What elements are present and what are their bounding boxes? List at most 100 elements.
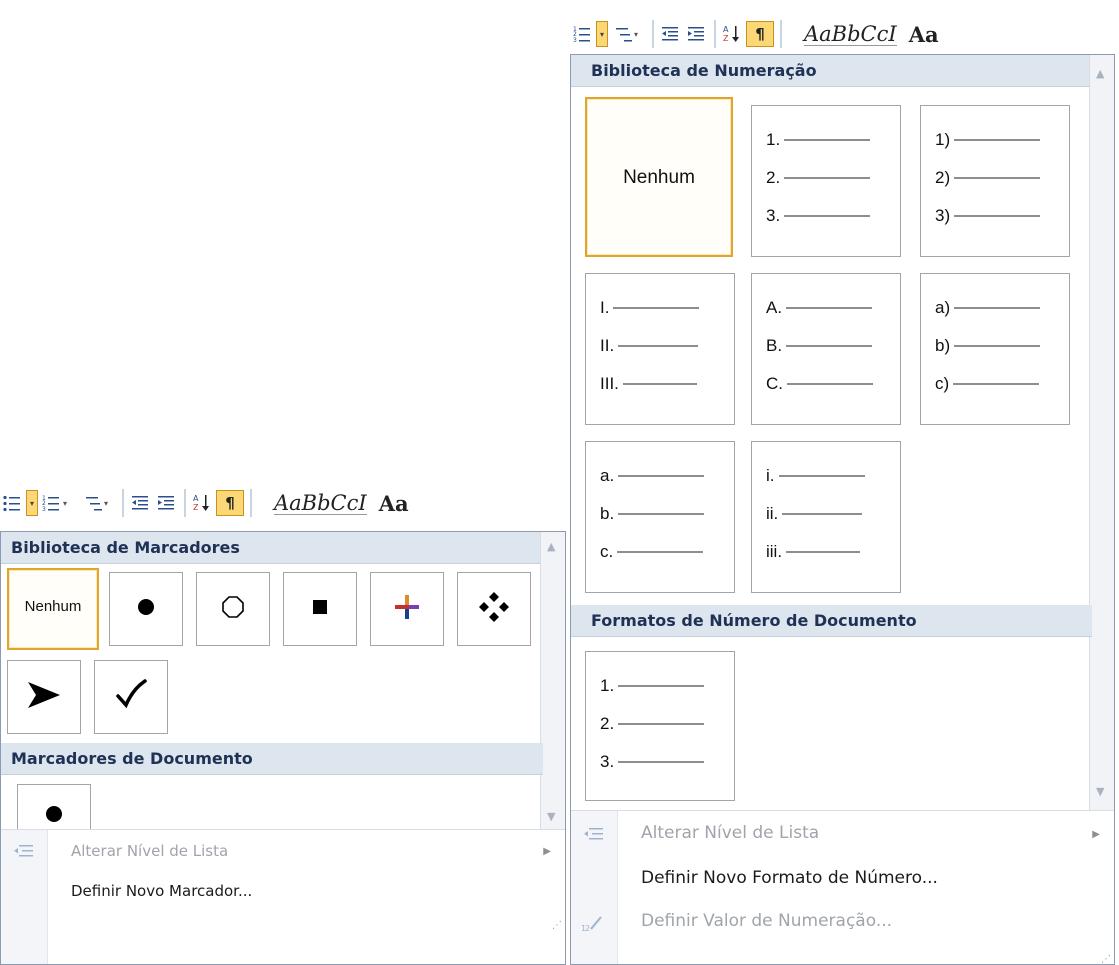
hollow-circle-icon <box>220 594 246 624</box>
increase-indent-icon <box>158 496 174 510</box>
numbering-format-rule <box>786 551 861 553</box>
numbering-format-label: I. <box>600 298 610 317</box>
numbering-format-tile[interactable]: A. B. C. <box>751 273 901 425</box>
style-preview-heading[interactable]: Aa <box>909 22 939 47</box>
numbering-library-header: Biblioteca de Numeração <box>571 55 1092 87</box>
change-list-level-menu-item[interactable]: Alterar Nível de Lista <box>641 823 819 843</box>
increase-indent-button[interactable] <box>684 21 708 47</box>
numbering-format-label: c. <box>600 542 614 561</box>
numbering-commands: Alterar Nível de Lista ▶ Definir Novo Fo… <box>571 810 1114 964</box>
numbering-format-row: C. <box>766 374 873 394</box>
numbering-format-row: i. <box>766 466 865 486</box>
numbering-format-row: 2) <box>935 168 1041 188</box>
bullet-option-tile[interactable] <box>457 572 531 646</box>
decrease-indent-icon <box>132 496 148 510</box>
bullet-option-tile[interactable] <box>109 572 183 646</box>
four-diamonds-icon <box>477 590 511 628</box>
numbering-button[interactable]: 123 <box>570 21 594 47</box>
resize-grip-icon[interactable]: ⋰ <box>1101 954 1111 964</box>
toolbar-separator <box>714 20 716 48</box>
bullet-option-tile[interactable] <box>7 660 81 734</box>
multilevel-list-button[interactable]: ▾ <box>608 21 646 47</box>
gallery-scrollbar[interactable]: ▲ ▼ <box>1089 55 1114 810</box>
toolbar-separator <box>184 489 186 517</box>
filled-circle-icon <box>135 596 157 622</box>
svg-text:3: 3 <box>42 506 46 512</box>
numbering-toolbar: 123 ▾ ▾ AZ ¶ AaBbCcI Aa <box>570 14 1119 54</box>
bullet-option-tile[interactable] <box>94 660 168 734</box>
svg-text:2: 2 <box>585 924 590 933</box>
bullet-option-tile[interactable] <box>196 572 270 646</box>
numbering-dropdown-arrow[interactable]: ▾ <box>596 21 608 47</box>
style-preview-normal[interactable]: AaBbCcI <box>804 23 897 46</box>
numbering-format-rule <box>954 139 1041 141</box>
resize-grip-icon[interactable]: ⋰ <box>552 920 562 931</box>
multilevel-list-button[interactable]: ▾ <box>78 490 116 516</box>
numbering-format-rule <box>954 307 1041 309</box>
submenu-arrow-icon: ▶ <box>1092 829 1100 840</box>
bullets-icon <box>3 495 20 512</box>
numbering-format-tile[interactable]: a) b) c) <box>920 273 1070 425</box>
multilevel-list-icon: ▾ <box>86 497 108 511</box>
bullet-option-tile[interactable] <box>370 572 444 646</box>
pilcrow-icon: ¶ <box>225 494 235 512</box>
numbering-format-row: b) <box>935 336 1041 356</box>
bullet-option-tile[interactable] <box>283 572 357 646</box>
numbering-button[interactable]: 1 2 3 ▾ <box>38 490 76 516</box>
numbering-format-tile[interactable]: I. II. III. <box>585 273 735 425</box>
numbering-format-rule <box>954 177 1041 179</box>
numbering-format-tile[interactable]: 1. 2. 3. <box>751 105 901 257</box>
numbering-format-row: 2. <box>766 168 871 188</box>
style-preview-normal[interactable]: AaBbCcI <box>274 492 367 515</box>
define-new-bullet-menu-item[interactable]: Definir Novo Marcador... <box>71 882 252 900</box>
numbering-format-label: 1) <box>935 130 951 149</box>
show-marks-button[interactable]: ¶ <box>216 490 244 516</box>
set-numbering-value-menu-item[interactable]: Definir Valor de Numeração... <box>641 911 892 931</box>
numbering-format-row: A. <box>766 298 873 318</box>
decrease-indent-button[interactable] <box>128 490 152 516</box>
numbering-format-row: a) <box>935 298 1041 318</box>
document-formats-header: Formatos de Número de Documento <box>571 605 1092 637</box>
numbering-format-tile[interactable]: a. b. c. <box>585 441 735 593</box>
sort-button[interactable]: AZ <box>720 21 744 47</box>
numbering-format-tile[interactable]: i. ii. iii. <box>751 441 901 593</box>
style-preview-heading[interactable]: Aa <box>379 491 409 516</box>
decrease-indent-icon <box>662 27 678 41</box>
show-marks-button[interactable]: ¶ <box>746 21 774 47</box>
decrease-indent-button[interactable] <box>658 21 682 47</box>
none-label: Nenhum <box>623 167 695 188</box>
toolbar-separator <box>652 20 654 48</box>
numbering-format-rule <box>787 383 873 385</box>
scroll-down-icon[interactable]: ▼ <box>1096 785 1104 798</box>
numbering-format-label: ii. <box>766 504 779 523</box>
multilevel-list-icon: ▾ <box>616 28 638 42</box>
numbering-format-label: II. <box>600 336 615 355</box>
define-number-format-menu-item[interactable]: Definir Novo Formato de Número... <box>641 868 938 888</box>
numbering-format-label: a. <box>600 466 615 485</box>
change-list-level-menu-item[interactable]: Alterar Nível de Lista <box>71 842 228 860</box>
numbering-format-row: I. <box>600 298 700 318</box>
scroll-down-icon[interactable]: ▼ <box>547 810 555 823</box>
numbering-format-tile[interactable]: 1) 2) 3) <box>920 105 1070 257</box>
bullets-dropdown-arrow[interactable]: ▾ <box>26 490 38 516</box>
numbering-format-rule <box>954 345 1041 347</box>
gallery-scrollbar[interactable]: ▲ ▼ <box>540 532 565 829</box>
numbering-format-label: 2. <box>766 168 781 187</box>
bullet-none-tile[interactable]: Nenhum <box>7 568 99 650</box>
increase-indent-button[interactable] <box>154 490 178 516</box>
document-format-tile[interactable]: 1. 2. 3. <box>585 651 735 801</box>
scroll-up-icon[interactable]: ▲ <box>1096 67 1104 80</box>
none-label: Nenhum <box>24 598 82 615</box>
numbering-none-tile[interactable]: Nenhum <box>585 97 733 257</box>
numbering-format-row: b. <box>600 504 705 524</box>
scroll-up-icon[interactable]: ▲ <box>547 540 555 553</box>
cross-star-icon <box>394 594 420 624</box>
numbering-format-row: B. <box>766 336 873 356</box>
numbering-format-label: 3. <box>600 752 615 771</box>
toolbar-separator <box>780 20 782 48</box>
numbering-icon: 123 <box>573 26 590 43</box>
numbering-format-label: C. <box>766 374 783 393</box>
sort-button[interactable]: AZ <box>190 490 214 516</box>
bullets-button[interactable] <box>0 490 24 516</box>
numbering-format-rule <box>786 345 873 347</box>
